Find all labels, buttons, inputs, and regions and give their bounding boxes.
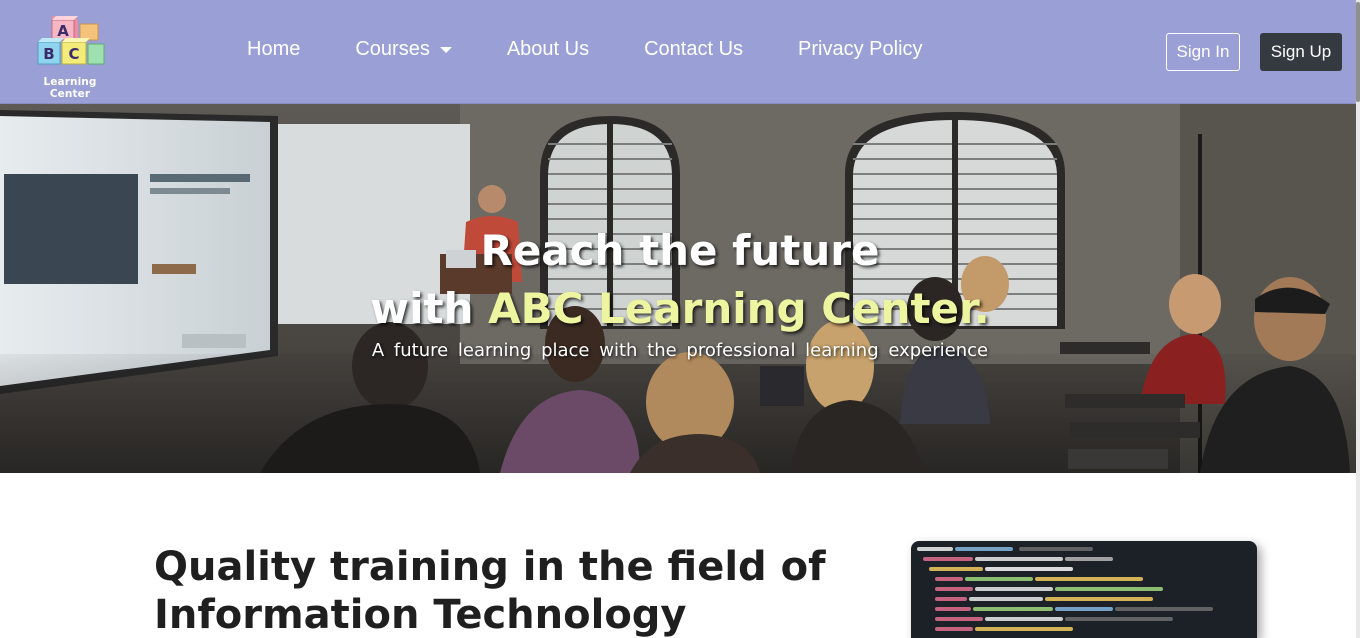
nav-courses-label: Courses xyxy=(355,38,430,60)
nav-courses-dropdown[interactable]: Courses xyxy=(355,38,452,61)
abc-blocks-icon: A B C xyxy=(37,16,105,65)
scrollbar-thumb[interactable] xyxy=(1356,2,1360,102)
sign-in-button[interactable]: Sign In xyxy=(1166,33,1240,71)
nav-about-label: About Us xyxy=(506,38,590,60)
headline-line1: Quality training in the field of xyxy=(154,544,826,590)
hero-title-accent: ABC Learning Center. xyxy=(488,284,990,333)
nav-privacy-policy[interactable]: Privacy Policy xyxy=(798,38,922,61)
nav-home-label: Home xyxy=(247,38,301,60)
code-lines-graphic xyxy=(917,547,1213,631)
navbar: A B C Learning Center Home Courses About… xyxy=(0,0,1360,104)
hero-subtitle: A future learning place with the profess… xyxy=(371,340,989,361)
hero-title-line1: Reach the future xyxy=(480,226,880,275)
brand-logo[interactable]: A B C Learning Center xyxy=(28,14,112,100)
block-letter-a: A xyxy=(57,22,69,40)
nav-home[interactable]: Home xyxy=(247,38,300,61)
section-headline: Quality training in the field of Informa… xyxy=(154,543,874,638)
nav-contact-us[interactable]: Contact Us xyxy=(644,38,743,61)
nav-contact-label: Contact Us xyxy=(644,38,744,60)
block-letter-b: B xyxy=(43,45,54,63)
nav-about-us[interactable]: About Us xyxy=(507,38,589,61)
hero-title-line2: with ABC Learning Center. xyxy=(0,280,1360,338)
headline-line2: Information Technology xyxy=(154,592,687,638)
page-scrollbar[interactable] xyxy=(1356,0,1360,638)
brand-name: Learning Center xyxy=(43,76,97,100)
hero-banner: Reach the future with ABC Learning Cente… xyxy=(0,104,1360,473)
code-screenshot-image xyxy=(911,541,1257,638)
hero-title-prefix: with xyxy=(370,284,489,333)
page: A B C Learning Center Home Courses About… xyxy=(0,0,1360,638)
hero-title: Reach the future with ABC Learning Cente… xyxy=(0,222,1360,338)
caret-down-icon xyxy=(439,46,452,53)
sign-up-button[interactable]: Sign Up xyxy=(1260,33,1342,71)
main-nav: Home Courses About Us Contact Us Privacy… xyxy=(247,38,978,61)
nav-privacy-label: Privacy Policy xyxy=(798,38,923,60)
block-letter-c: C xyxy=(68,45,79,63)
